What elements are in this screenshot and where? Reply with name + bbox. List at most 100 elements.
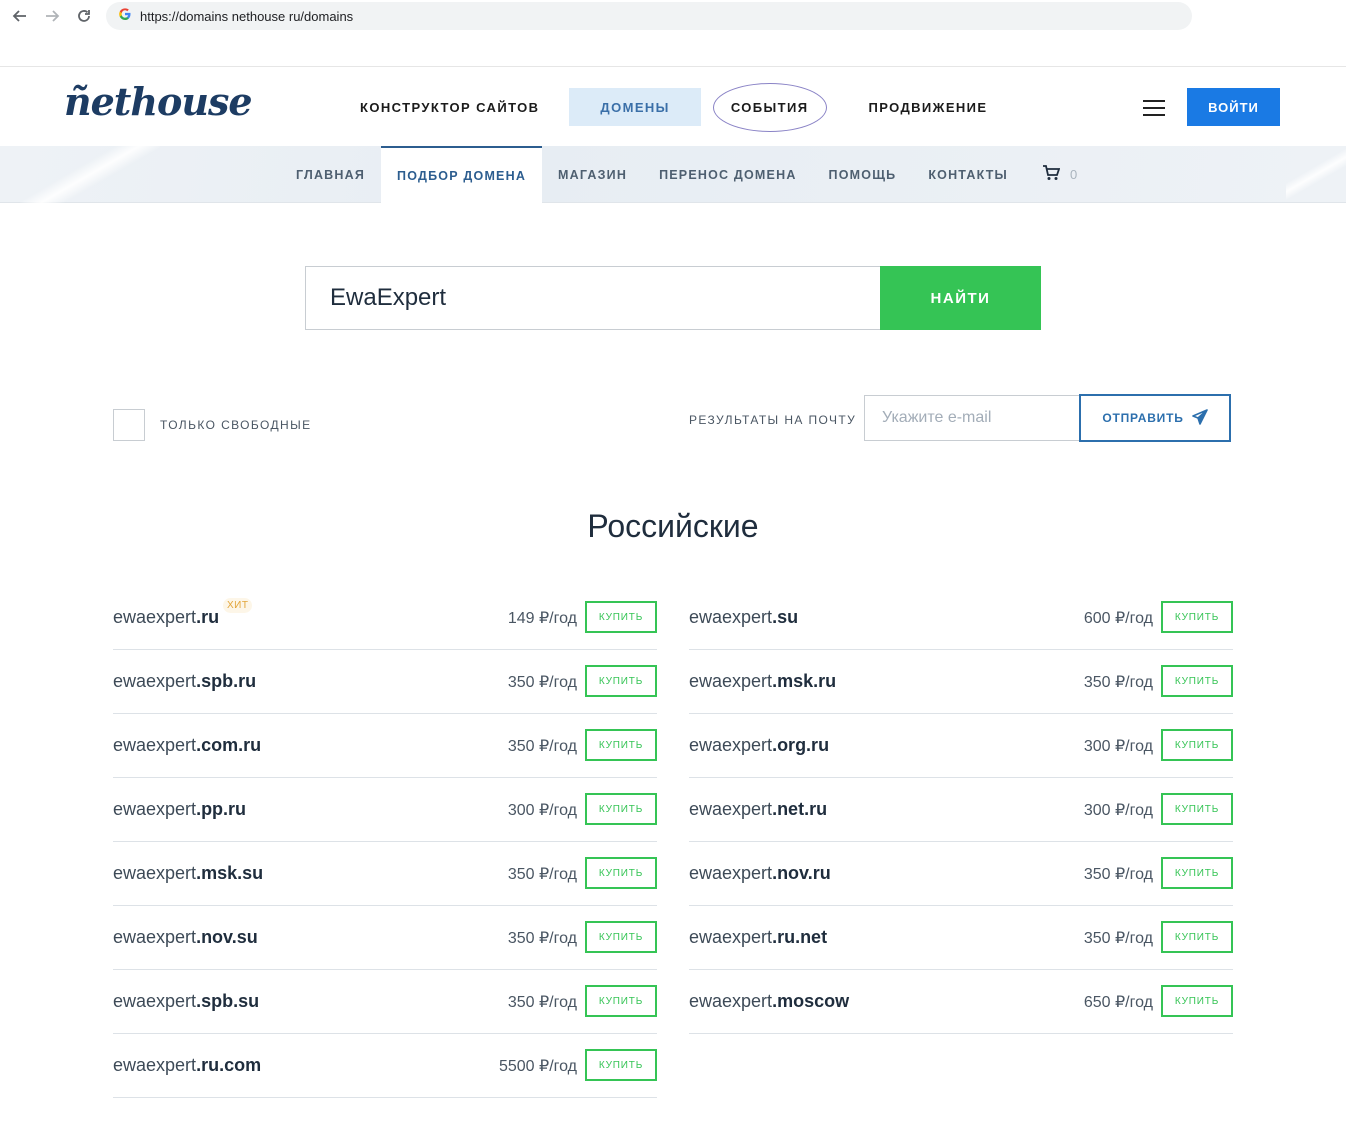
hit-badge: ХИТ [223, 598, 253, 613]
buy-button[interactable]: КУПИТЬ [1161, 665, 1233, 697]
cart-link[interactable]: 0 [1024, 146, 1077, 203]
domain-name: ewaexpert.spb.su [113, 991, 259, 1012]
domain-zone: .pp.ru [196, 799, 247, 819]
browser-toolbar: https://domains nethouse ru/domains [0, 0, 1346, 34]
domain-zone: .msk.ru [772, 671, 837, 691]
subnav-home[interactable]: ГЛАВНАЯ [280, 146, 381, 203]
domain-name: ewaexpert.ru.com [113, 1055, 261, 1076]
nav-domains[interactable]: ДОМЕНЫ [569, 88, 701, 126]
email-input[interactable] [864, 395, 1080, 441]
domain-list-left: ewaexpert.ru ХИТ 149 ₽/год КУПИТЬ ewaexpert.… [113, 586, 657, 1098]
domain-base: ewaexpert [689, 671, 773, 691]
domain-name: ewaexpert.spb.ru [113, 671, 256, 692]
domains-subnav: ГЛАВНАЯ ПОДБОР ДОМЕНА МАГАЗИН ПЕРЕНОС ДО… [0, 146, 1346, 203]
domain-row: ewaexpert.com.ru 350 ₽/год КУПИТЬ [113, 714, 657, 778]
search-button[interactable]: НАЙТИ [880, 266, 1041, 330]
domain-search-input[interactable] [305, 266, 881, 330]
reload-icon[interactable] [73, 5, 95, 27]
hamburger-menu-icon[interactable] [1143, 100, 1165, 116]
nav-events[interactable]: СОБЫТИЯ [712, 83, 827, 132]
domain-price: 350 ₽/год [1083, 674, 1153, 691]
main-nav: КОНСТРУКТОР САЙТОВ ДОМЕНЫ СОБЫТИЯ ПРОДВИ… [344, 83, 1004, 132]
address-bar[interactable]: https://domains nethouse ru/domains [106, 2, 1192, 30]
buy-button[interactable]: КУПИТЬ [585, 1049, 657, 1081]
subnav-help[interactable]: ПОМОЩЬ [813, 146, 913, 203]
domain-base: ewaexpert [689, 991, 773, 1011]
site-header: ñethouse КОНСТРУКТОР САЙТОВ ДОМЕНЫ СОБЫТ… [0, 66, 1346, 146]
domain-base: ewaexpert [113, 799, 197, 819]
domain-name: ewaexpert.msk.ru [689, 671, 836, 692]
domain-name: ewaexpert.org.ru [689, 735, 829, 756]
domain-price: 300 ₽/год [507, 802, 577, 819]
domain-base: ewaexpert [113, 1055, 197, 1075]
domain-base: ewaexpert [113, 927, 197, 947]
domain-price: 650 ₽/год [1083, 994, 1153, 1011]
domain-price: 5500 ₽/год [498, 1058, 577, 1075]
domain-zone: .msk.su [196, 863, 264, 883]
subnav-contacts[interactable]: КОНТАКТЫ [912, 146, 1024, 203]
domain-name: ewaexpert.ru [113, 607, 219, 628]
buy-button[interactable]: КУПИТЬ [585, 985, 657, 1017]
domain-base: ewaexpert [113, 991, 197, 1011]
send-button[interactable]: ОТПРАВИТЬ [1079, 394, 1231, 442]
back-arrow-icon[interactable] [9, 5, 31, 27]
domain-zone: .ru [196, 607, 220, 627]
domain-name: ewaexpert.moscow [689, 991, 849, 1012]
domain-base: ewaexpert [689, 799, 773, 819]
domain-price: 600 ₽/год [1083, 610, 1153, 627]
email-results-label: РЕЗУЛЬТАТЫ НА ПОЧТУ [689, 413, 857, 427]
buy-button[interactable]: КУПИТЬ [585, 793, 657, 825]
url-text: https://domains nethouse ru/domains [140, 8, 354, 24]
domain-price: 350 ₽/год [507, 866, 577, 883]
cart-icon [1042, 165, 1061, 184]
domain-price: 350 ₽/год [507, 930, 577, 947]
domain-row: ewaexpert.msk.ru 350 ₽/год КУПИТЬ [689, 650, 1233, 714]
domain-zone: .spb.su [196, 991, 260, 1011]
domain-price: 350 ₽/год [1083, 866, 1153, 883]
domain-base: ewaexpert [113, 735, 197, 755]
buy-button[interactable]: КУПИТЬ [1161, 601, 1233, 633]
domain-price: 300 ₽/год [1083, 738, 1153, 755]
buy-button[interactable]: КУПИТЬ [1161, 921, 1233, 953]
domain-name: ewaexpert.nov.ru [689, 863, 831, 884]
buy-button[interactable]: КУПИТЬ [1161, 985, 1233, 1017]
buy-button[interactable]: КУПИТЬ [585, 729, 657, 761]
domain-row: ewaexpert.ru.com 5500 ₽/год КУПИТЬ [113, 1034, 657, 1098]
buy-button[interactable]: КУПИТЬ [585, 857, 657, 889]
google-icon [118, 7, 132, 26]
domain-price: 149 ₽/год [507, 610, 577, 627]
subnav-shop[interactable]: МАГАЗИН [542, 146, 643, 203]
buy-button[interactable]: КУПИТЬ [585, 665, 657, 697]
domain-zone: .nov.su [196, 927, 258, 947]
buy-button[interactable]: КУПИТЬ [585, 921, 657, 953]
nethouse-logo[interactable]: ñethouse [64, 79, 253, 124]
domain-zone: .moscow [772, 991, 850, 1011]
buy-button[interactable]: КУПИТЬ [1161, 857, 1233, 889]
domain-row: ewaexpert.nov.su 350 ₽/год КУПИТЬ [113, 906, 657, 970]
login-button[interactable]: ВОЙТИ [1187, 88, 1280, 126]
domain-name: ewaexpert.net.ru [689, 799, 827, 820]
domain-name: ewaexpert.pp.ru [113, 799, 246, 820]
domain-zone: .net.ru [772, 799, 828, 819]
domain-zone: .com.ru [196, 735, 262, 755]
only-free-label: ТОЛЬКО СВОБОДНЫЕ [160, 418, 312, 432]
subnav-domain-search[interactable]: ПОДБОР ДОМЕНА [381, 146, 543, 203]
domain-base: ewaexpert [113, 863, 197, 883]
forward-arrow-icon[interactable] [41, 5, 63, 27]
buy-button[interactable]: КУПИТЬ [585, 601, 657, 633]
paper-plane-icon [1191, 408, 1208, 428]
domain-price: 350 ₽/год [507, 994, 577, 1011]
nav-promotion[interactable]: ПРОДВИЖЕНИЕ [853, 88, 1004, 126]
only-free-checkbox[interactable] [113, 409, 145, 441]
subnav-domain-transfer[interactable]: ПЕРЕНОС ДОМЕНА [643, 146, 812, 203]
domain-zone: .ru.com [196, 1055, 262, 1075]
buy-button[interactable]: КУПИТЬ [1161, 729, 1233, 761]
domain-row: ewaexpert.su 600 ₽/год КУПИТЬ [689, 586, 1233, 650]
domain-row: ewaexpert.moscow 650 ₽/год КУПИТЬ [689, 970, 1233, 1034]
domain-zone: .org.ru [772, 735, 830, 755]
nav-site-builder[interactable]: КОНСТРУКТОР САЙТОВ [344, 88, 555, 126]
domain-row: ewaexpert.pp.ru 300 ₽/год КУПИТЬ [113, 778, 657, 842]
domain-name: ewaexpert.ru.net [689, 927, 827, 948]
buy-button[interactable]: КУПИТЬ [1161, 793, 1233, 825]
domain-name: ewaexpert.su [689, 607, 798, 628]
